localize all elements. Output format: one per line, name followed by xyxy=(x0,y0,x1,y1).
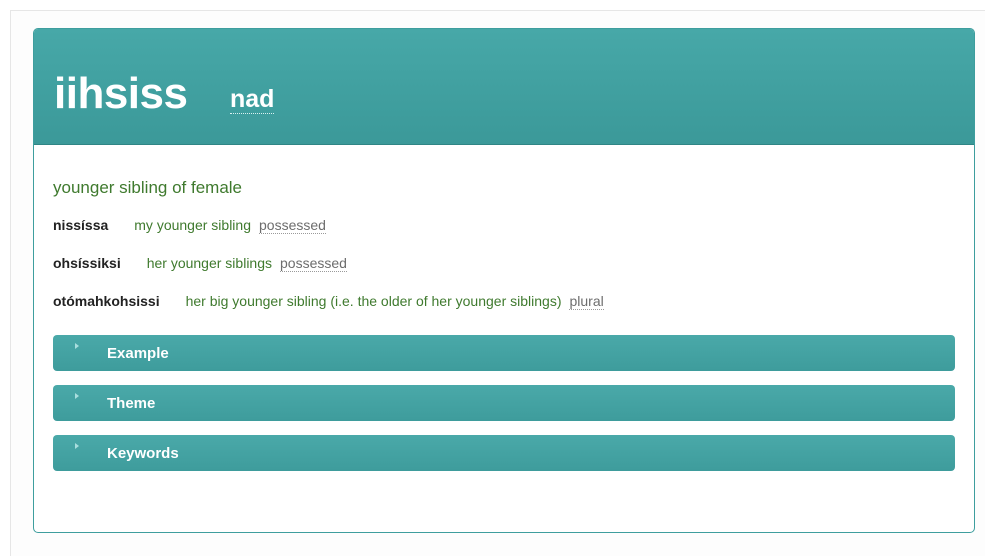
caret-right-icon xyxy=(75,393,79,399)
section-label: Example xyxy=(107,345,169,362)
form-gloss: her younger siblings xyxy=(146,255,272,271)
inflected-form-row: nissíssa my younger sibling possessed xyxy=(53,217,955,235)
entry-sections-accordion: Example Theme Keywords xyxy=(53,335,955,471)
caret-right-icon xyxy=(75,343,79,349)
caret-right-icon xyxy=(75,443,79,449)
entry-body: younger sibling of female nissíssa my you… xyxy=(34,178,974,471)
inflected-form-row: otómahkohsissi her big younger sibling (i… xyxy=(53,293,955,311)
part-of-speech-tag[interactable]: nad xyxy=(230,85,275,114)
form-word: nissíssa xyxy=(53,217,109,233)
inflected-form-row: ohsíssiksi her younger siblings possessed xyxy=(53,255,955,273)
form-grammar-tag[interactable]: possessed xyxy=(280,255,347,272)
entry-header: iihsiss nad xyxy=(34,29,974,145)
section-label: Theme xyxy=(107,395,156,412)
dictionary-entry-card: iihsiss nad younger sibling of female ni… xyxy=(33,28,975,533)
form-gloss: my younger sibling xyxy=(134,217,251,233)
form-word: otómahkohsissi xyxy=(53,293,160,309)
form-grammar-tag[interactable]: possessed xyxy=(259,217,326,234)
section-toggle-example[interactable]: Example xyxy=(53,335,955,371)
definition: younger sibling of female xyxy=(53,178,243,197)
section-label: Keywords xyxy=(107,445,179,462)
form-word: ohsíssiksi xyxy=(53,255,121,271)
headword: iihsiss xyxy=(54,69,188,118)
section-toggle-keywords[interactable]: Keywords xyxy=(53,435,955,471)
form-gloss: her big younger sibling (i.e. the older … xyxy=(185,293,562,309)
form-grammar-tag[interactable]: plural xyxy=(569,293,604,310)
section-toggle-theme[interactable]: Theme xyxy=(53,385,955,421)
